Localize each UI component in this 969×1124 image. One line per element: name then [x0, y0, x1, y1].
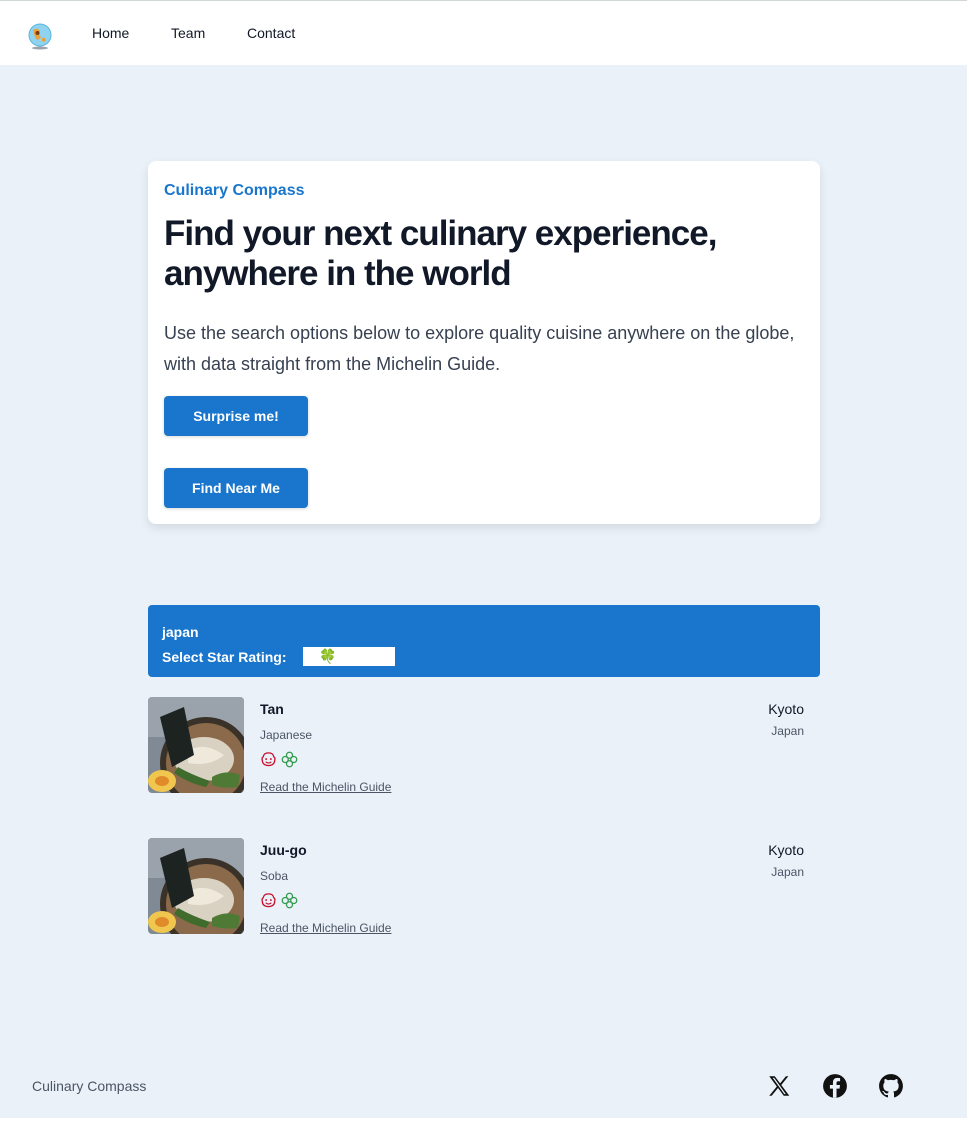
restaurant-city: Kyoto — [768, 701, 804, 717]
restaurant-cuisine: Japanese — [260, 728, 313, 742]
restaurant-name: Tan — [260, 701, 284, 717]
github-icon[interactable] — [878, 1073, 904, 1099]
dish-thumbnail — [148, 838, 244, 934]
surprise-me-button[interactable]: Surprise me! — [164, 396, 308, 436]
search-filter-bar: japan Select Star Rating: 🍀 — [148, 605, 820, 677]
x-icon[interactable] — [766, 1073, 792, 1099]
bib-gourmand-icon — [261, 752, 276, 767]
hero-card: Culinary Compass Find your next culinary… — [148, 161, 820, 524]
footer-brand: Culinary Compass — [32, 1078, 147, 1094]
award-icons — [260, 892, 298, 909]
star-rating-label: Select Star Rating: — [162, 649, 287, 665]
restaurant-country: Japan — [771, 865, 804, 879]
nav-team-link[interactable]: Team — [171, 25, 205, 41]
restaurant-city: Kyoto — [768, 842, 804, 858]
green-star-icon — [281, 892, 298, 909]
restaurant-cuisine: Soba — [260, 869, 289, 883]
bib-gourmand-icon — [261, 893, 276, 908]
dish-thumbnail — [148, 697, 244, 793]
award-icons — [260, 751, 298, 768]
nav-home-link[interactable]: Home — [92, 25, 129, 41]
michelin-guide-link[interactable]: Read the Michelin Guide — [260, 780, 391, 794]
michelin-guide-link[interactable]: Read the Michelin Guide — [260, 921, 391, 935]
result-card[interactable]: Tan Japanese Read the Michelin Guide Kyo… — [148, 697, 820, 795]
find-near-me-button[interactable]: Find Near Me — [164, 468, 308, 508]
nav-contact-link[interactable]: Contact — [247, 25, 295, 41]
green-star-icon — [281, 751, 298, 768]
hero-title: Find your next culinary experience, anyw… — [164, 214, 717, 293]
restaurant-name: Juu-go — [260, 842, 307, 858]
restaurant-country: Japan — [771, 724, 804, 738]
globe-logo-icon[interactable] — [28, 22, 52, 50]
top-navbar: Home Team Contact — [0, 0, 967, 65]
star-rating-select[interactable]: 🍀 — [303, 647, 395, 666]
search-query-text[interactable]: japan — [162, 624, 199, 640]
result-card[interactable]: Juu-go Soba Read the Michelin Guide Kyot… — [148, 838, 820, 936]
hero-description: Use the search options below to explore … — [164, 323, 795, 374]
hero-kicker: Culinary Compass — [164, 182, 305, 199]
facebook-icon[interactable] — [822, 1073, 848, 1099]
bottom-edge — [0, 1118, 969, 1124]
